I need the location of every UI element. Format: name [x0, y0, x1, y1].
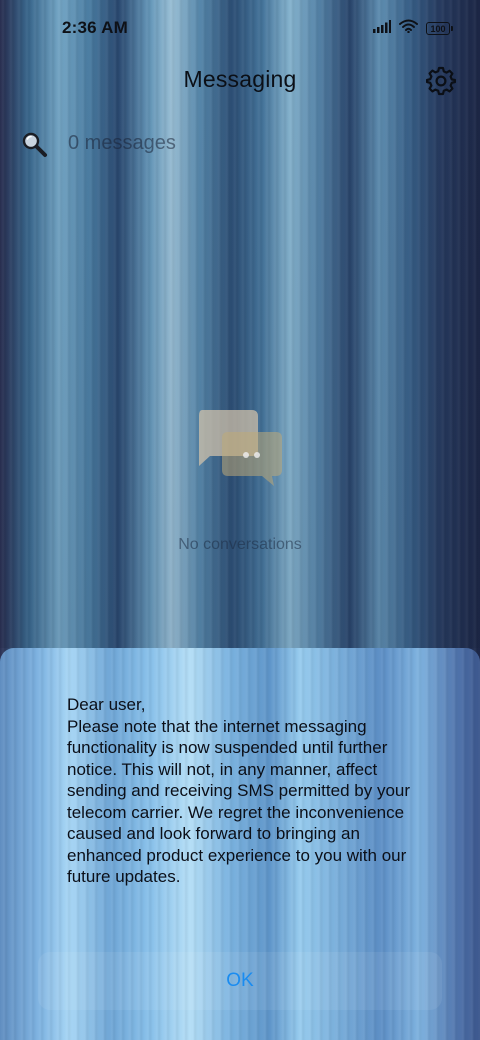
dialog-message: Dear user, Please note that the internet…	[67, 695, 411, 886]
notice-dialog: Dear user, Please note that the internet…	[0, 648, 480, 1040]
status-icons: 100	[373, 19, 453, 38]
search-icon	[20, 130, 48, 158]
status-bar: 2:36 AM 100	[0, 0, 480, 56]
dialog-button-area: OK	[38, 952, 442, 1010]
battery-level: 100	[430, 23, 446, 34]
chat-bubbles-icon	[190, 404, 290, 494]
signal-icon	[373, 19, 391, 38]
search-bar[interactable]: 0 messages	[18, 126, 462, 162]
battery-icon: 100	[426, 22, 453, 35]
wifi-icon	[399, 19, 418, 38]
status-time: 2:36 AM	[62, 18, 128, 37]
gear-icon	[425, 66, 457, 100]
ok-button[interactable]: OK	[38, 952, 442, 1010]
settings-button[interactable]	[425, 66, 457, 96]
empty-state-text: No conversations	[178, 536, 302, 553]
search-placeholder: 0 messages	[68, 132, 176, 154]
page-title: Messaging	[183, 66, 297, 92]
